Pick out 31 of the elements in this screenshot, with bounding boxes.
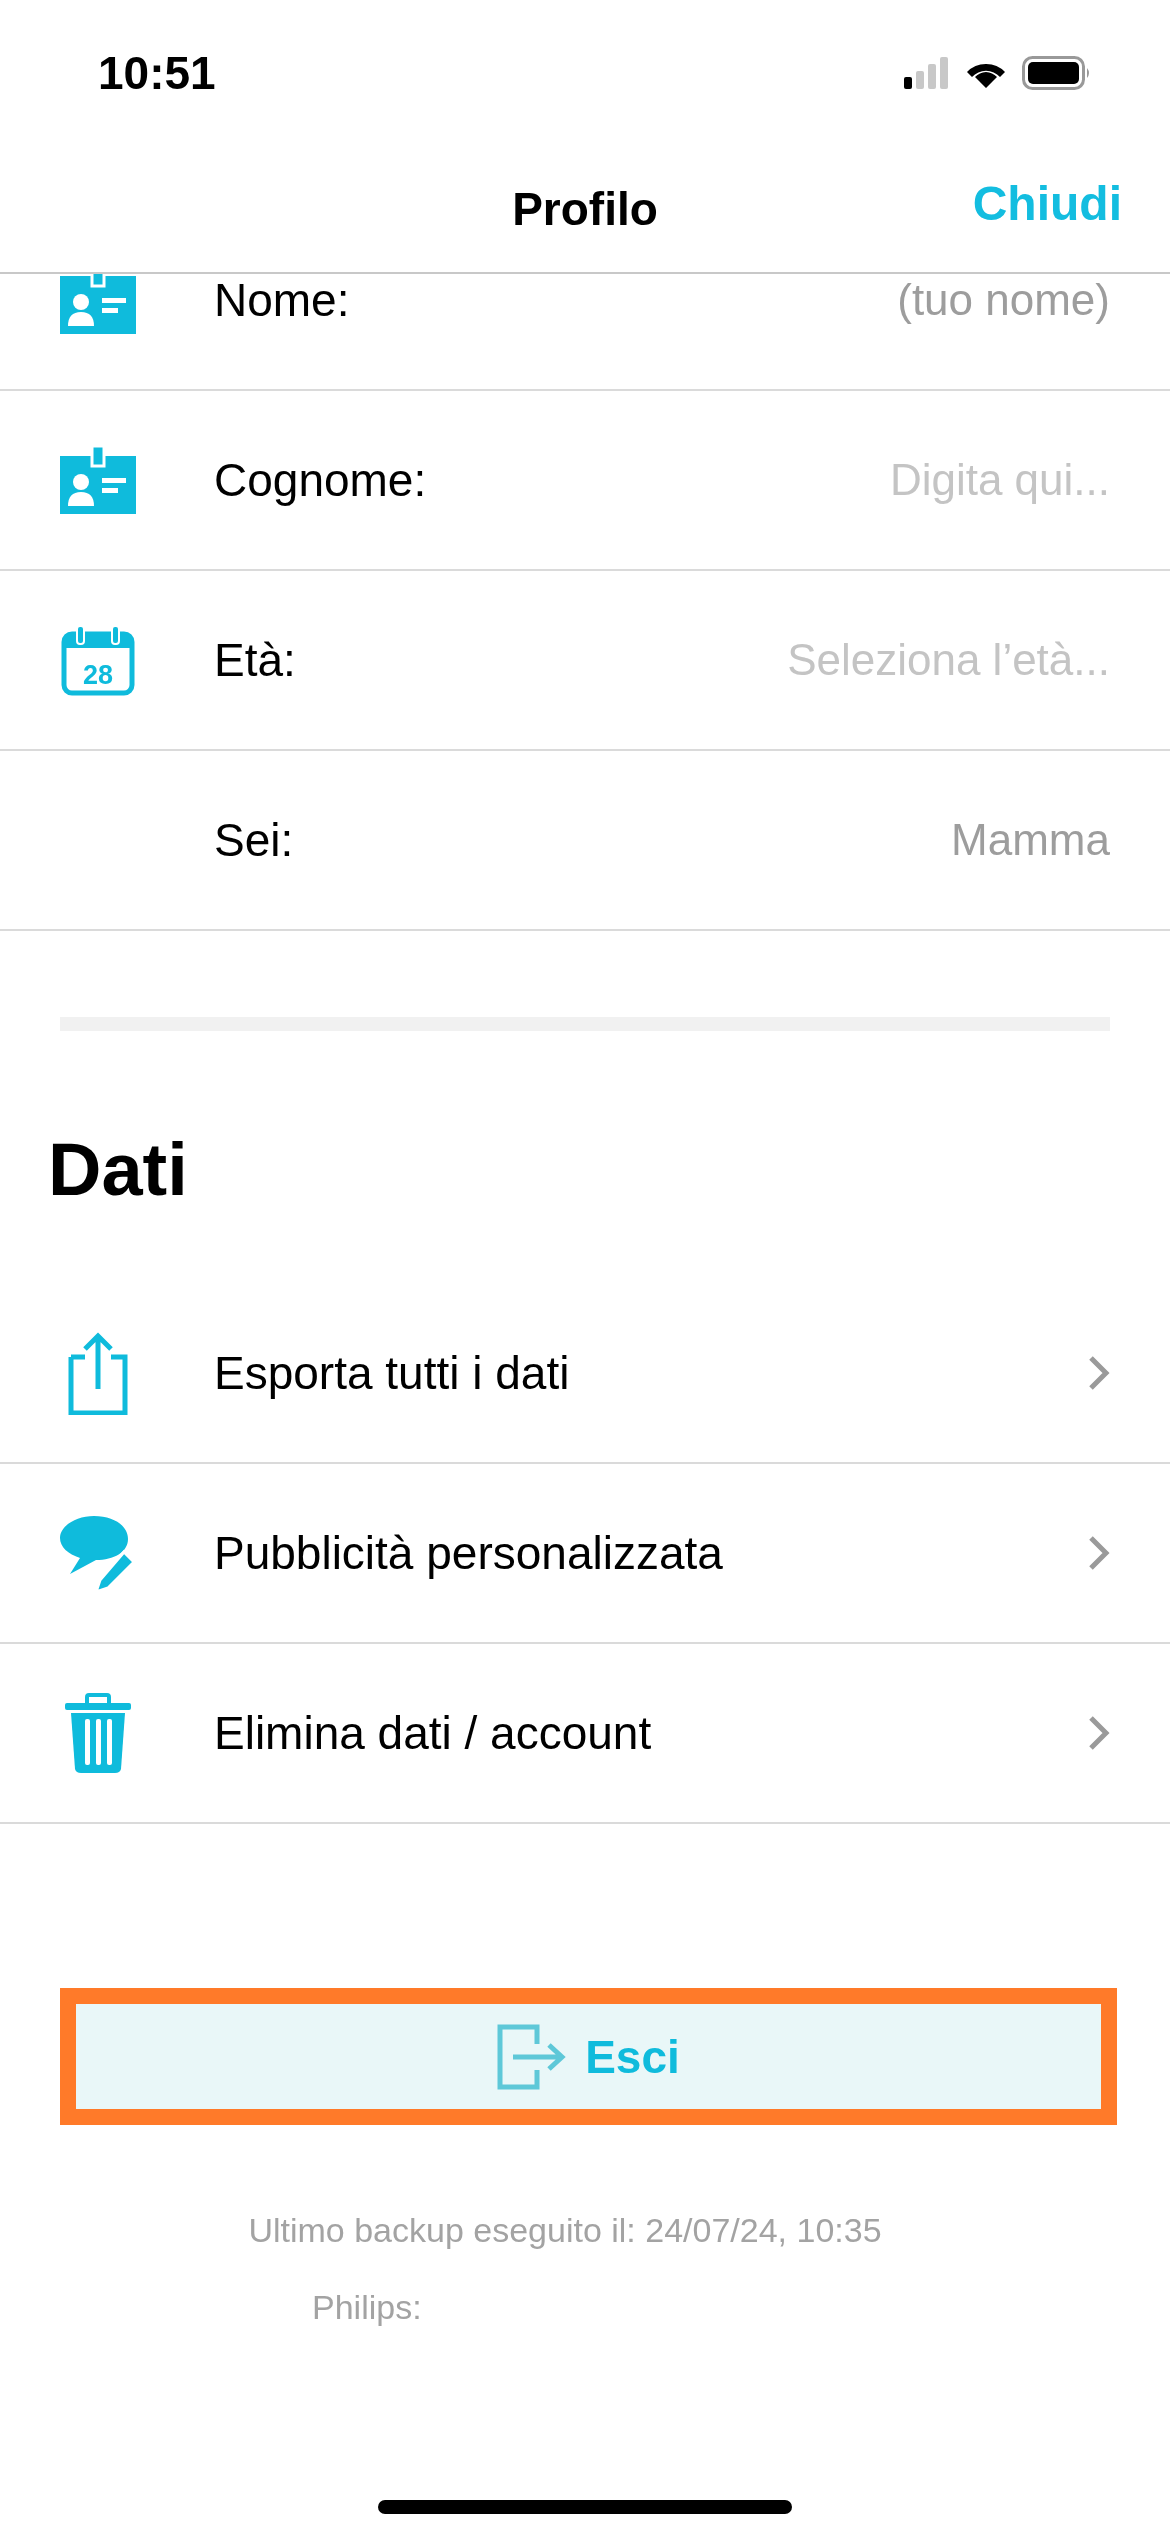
profile-row[interactable]: Cognome: Digita qui... bbox=[0, 391, 1170, 571]
field-label: Cognome: bbox=[214, 453, 427, 507]
battery-icon bbox=[1022, 56, 1092, 90]
trash-icon bbox=[63, 1691, 133, 1775]
row-label: Elimina dati / account bbox=[214, 1706, 653, 1760]
field-label: Sei: bbox=[214, 813, 294, 867]
device-info: Philips: bbox=[311, 2288, 423, 2327]
screen-title: Profilo bbox=[512, 182, 658, 236]
backup-info: Ultimo backup eseguito il: 24/07/24, 10:35 bbox=[247, 2211, 883, 2250]
row-label: Esporta tutti i dati bbox=[214, 1346, 571, 1400]
field-value: (tuo nome) bbox=[897, 275, 1110, 325]
field-placeholder: Seleziona l’età... bbox=[787, 635, 1110, 685]
field-placeholder: Digita qui... bbox=[889, 455, 1110, 505]
chevron-icon bbox=[1088, 1715, 1110, 1751]
id-card-icon bbox=[60, 446, 136, 514]
row-label: Pubblicità personalizzata bbox=[214, 1526, 724, 1580]
chevron-icon bbox=[1088, 1355, 1110, 1391]
data-row[interactable]: Pubblicità personalizzata bbox=[0, 1464, 1170, 1644]
section-title: Dati bbox=[47, 1127, 189, 1213]
signal-icon bbox=[904, 57, 950, 89]
data-row[interactable]: Esporta tutti i dati bbox=[0, 1284, 1170, 1464]
data-row[interactable]: Elimina dati / account bbox=[0, 1644, 1170, 1824]
field-label: Nome: bbox=[214, 274, 350, 327]
status-time: 10:51 bbox=[98, 46, 216, 100]
id-card-icon bbox=[60, 274, 136, 334]
chevron-icon bbox=[1088, 1535, 1110, 1571]
profile-row[interactable]: Nome: (tuo nome) bbox=[0, 274, 1170, 391]
profile-row[interactable]: 28 Età: Seleziona l’età... bbox=[0, 571, 1170, 751]
profile-row[interactable]: Sei: Mamma bbox=[0, 751, 1170, 931]
field-value: Mamma bbox=[951, 815, 1110, 865]
field-label: Età: bbox=[214, 633, 296, 687]
